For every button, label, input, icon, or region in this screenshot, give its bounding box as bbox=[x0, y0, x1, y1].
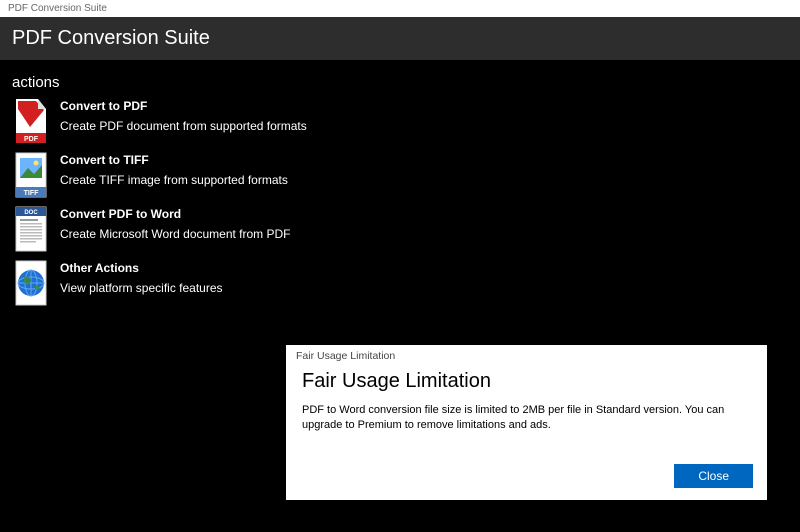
tiff-icon: TIFF bbox=[12, 151, 50, 199]
action-desc: Create Microsoft Word document from PDF bbox=[60, 227, 291, 241]
action-convert-pdf-to-word[interactable]: DOC Convert PDF to Word Create Microsoft… bbox=[12, 205, 788, 253]
dialog-text: PDF to Word conversion file size is limi… bbox=[302, 403, 751, 434]
dialog-actions: Close bbox=[674, 464, 753, 488]
dialog-body: Fair Usage Limitation PDF to Word conver… bbox=[286, 364, 767, 444]
action-text: Convert to TIFF Create TIFF image from s… bbox=[60, 151, 288, 187]
action-convert-to-pdf[interactable]: PDF Convert to PDF Create PDF document f… bbox=[12, 97, 788, 145]
globe-icon bbox=[12, 259, 50, 307]
action-desc: View platform specific features bbox=[60, 281, 223, 295]
window-title: PDF Conversion Suite bbox=[8, 3, 107, 14]
dialog-heading: Fair Usage Limitation bbox=[302, 370, 751, 393]
main-content: actions PDF Convert to PDF Create PDF do… bbox=[0, 60, 800, 327]
app-header: PDF Conversion Suite bbox=[0, 17, 800, 60]
pdf-icon: PDF bbox=[12, 97, 50, 145]
action-text: Other Actions View platform specific fea… bbox=[60, 259, 223, 295]
close-button[interactable]: Close bbox=[674, 464, 753, 488]
actions-label: actions bbox=[12, 74, 788, 91]
action-title: Convert to TIFF bbox=[60, 153, 288, 167]
svg-text:TIFF: TIFF bbox=[24, 190, 39, 197]
svg-text:DOC: DOC bbox=[24, 210, 38, 216]
app-title: PDF Conversion Suite bbox=[12, 27, 788, 50]
window-titlebar: PDF Conversion Suite bbox=[0, 0, 800, 17]
action-text: Convert PDF to Word Create Microsoft Wor… bbox=[60, 205, 291, 241]
action-title: Convert to PDF bbox=[60, 99, 307, 113]
dialog-titlebar: Fair Usage Limitation bbox=[286, 345, 767, 364]
action-desc: Create PDF document from supported forma… bbox=[60, 119, 307, 133]
fair-usage-dialog: Fair Usage Limitation Fair Usage Limitat… bbox=[286, 345, 767, 500]
action-text: Convert to PDF Create PDF document from … bbox=[60, 97, 307, 133]
word-doc-icon: DOC bbox=[12, 205, 50, 253]
action-title: Convert PDF to Word bbox=[60, 207, 291, 221]
action-convert-to-tiff[interactable]: TIFF Convert to TIFF Create TIFF image f… bbox=[12, 151, 788, 199]
action-title: Other Actions bbox=[60, 261, 223, 275]
action-other-actions[interactable]: Other Actions View platform specific fea… bbox=[12, 259, 788, 307]
action-desc: Create TIFF image from supported formats bbox=[60, 173, 288, 187]
svg-text:PDF: PDF bbox=[24, 136, 39, 143]
